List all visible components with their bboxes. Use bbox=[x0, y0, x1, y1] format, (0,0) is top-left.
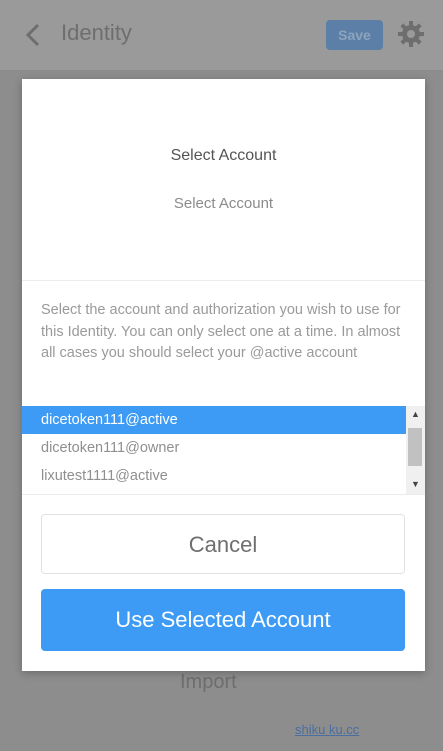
scroll-up-icon[interactable]: ▲ bbox=[406, 408, 425, 420]
account-item-dicetoken111-active[interactable]: dicetoken111@active bbox=[22, 406, 406, 434]
use-selected-account-button[interactable]: Use Selected Account bbox=[41, 589, 405, 651]
account-list[interactable]: dicetoken111@active dicetoken111@owner l… bbox=[22, 406, 425, 495]
scrollbar-thumb[interactable] bbox=[408, 428, 422, 466]
modal-title: Select Account bbox=[170, 147, 277, 164]
account-list-scrollbar[interactable]: ▲ ▼ bbox=[406, 406, 425, 494]
select-account-modal: Select Account Select Account Select the… bbox=[22, 79, 425, 671]
cancel-button[interactable]: Cancel bbox=[41, 514, 405, 574]
import-label[interactable]: Import bbox=[180, 671, 237, 694]
save-button[interactable]: Save bbox=[326, 20, 383, 50]
app-header: Identity Save bbox=[0, 0, 443, 70]
back-icon[interactable] bbox=[22, 22, 44, 48]
watermark: shiku ku.cc bbox=[295, 722, 360, 737]
account-item-dicetoken111-owner[interactable]: dicetoken111@owner bbox=[22, 434, 406, 462]
account-item-lixutest1111-active[interactable]: lixutest1111@active bbox=[22, 462, 406, 490]
modal-description: Select the account and authorization you… bbox=[41, 302, 401, 361]
modal-subtitle: Select Account bbox=[173, 195, 274, 212]
page-title: Identity bbox=[61, 20, 132, 45]
scroll-down-icon[interactable]: ▼ bbox=[406, 478, 425, 490]
gear-icon[interactable] bbox=[397, 20, 425, 48]
modal-header: Select Account Select Account bbox=[22, 79, 425, 281]
